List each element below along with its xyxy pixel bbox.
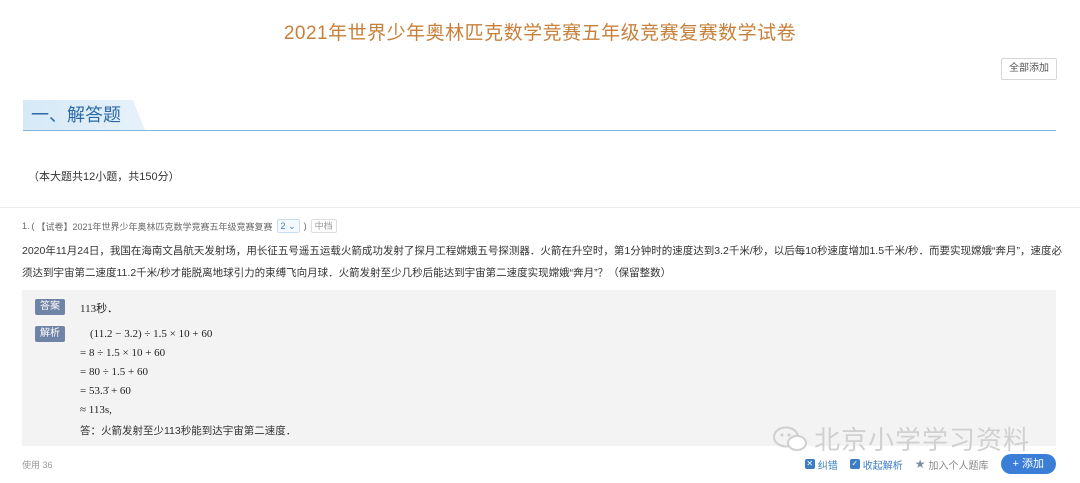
report-icon: ✕ — [804, 459, 815, 469]
analysis-step: = 53.3̇ + 60 — [80, 385, 131, 397]
analysis-tag: 解析 — [35, 326, 65, 342]
section-header: 一、解答题 — [23, 100, 1056, 131]
star-icon: ★ — [914, 457, 926, 471]
answer-value: 113秒． — [80, 303, 119, 315]
difficulty-badge: 中档 — [310, 219, 337, 233]
analysis-conclusion: 答：火箭发射至少113秒能到达宇宙第二速度． — [80, 425, 297, 437]
usage-count: 使用 36 — [22, 460, 53, 470]
report-label: 纠错 — [817, 460, 838, 472]
collapse-label: 收起解析 — [862, 460, 903, 472]
version-number: 2 — [280, 221, 286, 231]
add-all-button[interactable]: 全部添加 — [1001, 58, 1057, 80]
wechat-icon — [773, 426, 807, 451]
analysis-step: = 8 ÷ 1.5 × 10 + 60 — [80, 347, 166, 359]
section-note: （本大题共12小题，共150分） — [28, 171, 180, 183]
question-actions: ✕ 纠错 ✓ 收起解析 ★ 加入个人题库 + 添加 — [804, 454, 1056, 474]
collapse-analysis-button[interactable]: ✓ 收起解析 — [849, 457, 903, 472]
analysis-step: (11.2 − 3.2) ÷ 1.5 × 10 + 60 — [90, 328, 213, 340]
page-title: 2021年世界少年奥林匹克数学竞赛五年级竞赛复赛数学试卷 — [283, 23, 797, 44]
divider — [0, 207, 1080, 208]
question-text: 2020年11月24日，我国在海南文昌航天发射场，用长征五号遥五运载火箭成功发射… — [22, 245, 1062, 279]
question-meta: 1. ( 【试卷】2021年世界少年奥林匹克数学竞赛五年级竞赛复赛 2 ⌄ ) … — [22, 219, 337, 233]
check-icon: ✓ — [849, 459, 860, 469]
question-number: 1. — [22, 221, 30, 231]
report-error-button[interactable]: ✕ 纠错 — [804, 457, 838, 472]
section-title: 一、解答题 — [23, 100, 145, 130]
watermark-text: 北京小学学习资料 — [814, 425, 1031, 455]
source-link[interactable]: 【试卷】2021年世界少年奥林匹克数学竞赛五年级竞赛复赛 — [37, 220, 273, 233]
add-button[interactable]: + 添加 — [1000, 454, 1056, 474]
analysis-step: = 80 ÷ 1.5 + 60 — [80, 366, 148, 378]
watermark: 北京小学学习资料 — [772, 420, 1030, 457]
paren-open: ( — [31, 221, 35, 231]
answer-tag: 答案 — [35, 299, 65, 315]
add-to-bank-button[interactable]: ★ 加入个人题库 — [915, 457, 989, 472]
paren-close: ) — [303, 221, 307, 231]
version-selector[interactable]: 2 ⌄ — [276, 219, 300, 233]
chevron-down-icon: ⌄ — [288, 221, 296, 231]
analysis-step: ≈ 113s, — [80, 404, 112, 416]
add-bank-label: 加入个人题库 — [928, 460, 989, 472]
